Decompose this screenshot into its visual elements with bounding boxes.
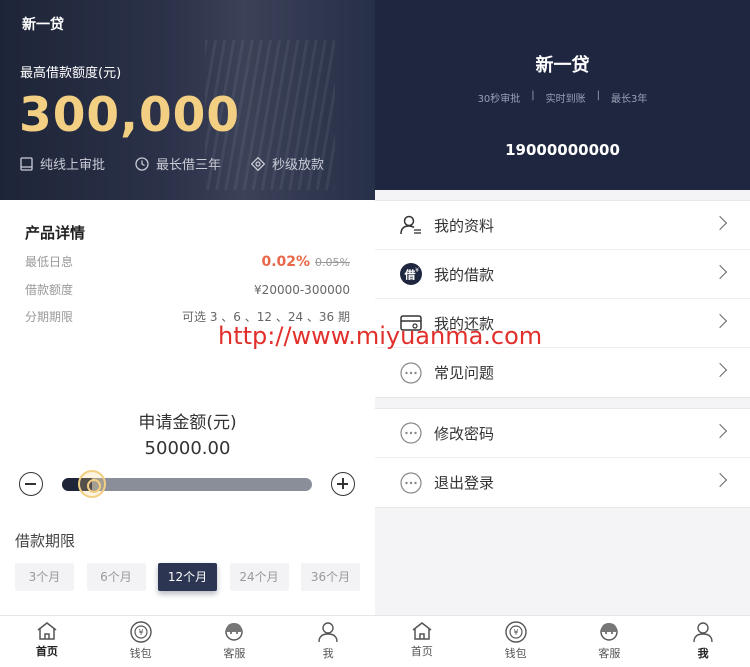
svg-text:¥: ¥ <box>138 628 143 637</box>
customer-service-icon <box>225 623 244 641</box>
clock-icon <box>135 156 149 171</box>
chevron-right-icon <box>712 472 728 488</box>
tab-label: 我 <box>322 647 334 660</box>
menu-label: 我的资料 <box>434 216 495 235</box>
phone-number: 19000000000 <box>505 141 620 159</box>
chevron-right-icon <box>712 362 728 378</box>
tag: 实时到账 <box>545 94 586 105</box>
home-icon <box>412 622 432 640</box>
term-option-12[interactable]: 12个月 <box>158 563 217 591</box>
tag-separator: | <box>531 90 535 101</box>
tag-separator: | <box>596 90 601 101</box>
tab-home[interactable]: 首页 <box>375 616 469 667</box>
hero-banner: 新一贷 最高借款额度(元) 300,000 纯线上审批 最长借三年 秒级放款 <box>0 0 375 200</box>
wallet-icon: ¥ <box>129 621 152 643</box>
tab-wallet[interactable]: ¥ 钱包 <box>94 616 188 667</box>
menu-group-main: 我的资料 借 ¥ 我的借款 我的还款 常见问题 <box>375 200 750 398</box>
tab-label: 首页 <box>35 645 58 658</box>
tab-label: 钱包 <box>504 647 527 660</box>
tab-home[interactable]: 首页 <box>0 616 94 667</box>
menu-item-faq[interactable]: 常见问题 <box>375 348 750 397</box>
amount-slider-handle[interactable] <box>78 470 106 498</box>
detail-label: 分期期限 <box>25 310 74 324</box>
menu-label: 退出登录 <box>434 474 495 492</box>
term-option-3[interactable]: 3个月 <box>15 563 74 591</box>
menu-item-my-profile[interactable]: 我的资料 <box>375 201 750 250</box>
profile-app-title: 新一贷 <box>535 55 590 76</box>
tab-me[interactable]: 我 <box>656 616 750 667</box>
decrease-amount-button[interactable] <box>19 472 43 496</box>
tab-service[interactable]: 客服 <box>563 616 657 667</box>
menu-group-account: 修改密码 退出登录 <box>375 408 750 508</box>
term-option-6[interactable]: 6个月 <box>86 563 146 591</box>
daily-rate-current: 0.02% <box>261 253 311 270</box>
details-title: 产品详情 <box>25 224 86 242</box>
svg-text:¥: ¥ <box>513 628 518 637</box>
detail-label: 借款额度 <box>25 283 74 297</box>
watermark-text: http://www.miyuanma.com <box>218 322 543 350</box>
home-icon <box>37 622 57 640</box>
eye-circle-icon <box>251 156 266 171</box>
increase-amount-button[interactable] <box>331 472 355 496</box>
tag: 最长3年 <box>611 94 648 105</box>
svg-text:¥: ¥ <box>415 267 419 274</box>
profile-icon <box>400 214 422 236</box>
profile-tags: 30秒审批 | 实时到账 | 最长3年 <box>375 90 750 105</box>
term-options: 3个月 6个月 12个月 24个月 36个月 <box>15 563 360 591</box>
tab-label: 我 <box>697 647 709 660</box>
menu-label: 常见问题 <box>434 364 495 382</box>
app-title: 新一贷 <box>22 17 64 33</box>
tab-wallet[interactable]: ¥ 钱包 <box>469 616 563 667</box>
menu-item-my-loans[interactable]: 借 ¥ 我的借款 <box>375 250 750 299</box>
apply-amount-value: 50000.00 <box>144 438 231 459</box>
chevron-right-icon <box>712 215 728 231</box>
tab-label: 客服 <box>598 647 621 660</box>
more-dots-icon <box>400 471 422 494</box>
tag: 30秒审批 <box>477 94 521 105</box>
document-icon <box>20 156 33 171</box>
tab-bar: 首页 ¥ 钱包 客服 我 <box>0 615 375 667</box>
feature-online-approval: 纯线上审批 <box>20 154 105 173</box>
limit-amount: 300,000 <box>19 88 241 143</box>
profile-header: 新一贷 30秒审批 | 实时到账 | 最长3年 19000000000 <box>375 0 750 190</box>
detail-value: ¥20000-300000 <box>254 282 350 297</box>
chevron-right-icon <box>712 313 728 329</box>
chevron-right-icon <box>712 264 728 280</box>
feature-list: 纯线上审批 最长借三年 秒级放款 <box>20 154 354 173</box>
menu-item-logout[interactable]: 退出登录 <box>375 458 750 507</box>
user-icon <box>693 622 713 643</box>
chevron-right-icon <box>712 423 728 439</box>
tab-service[interactable]: 客服 <box>188 616 282 667</box>
tab-label: 首页 <box>410 645 433 658</box>
feature-label: 最长借三年 <box>156 158 222 173</box>
apply-amount-label: 申请金额(元) <box>138 413 237 433</box>
detail-row-amount: 借款额度 ¥20000-300000 <box>25 281 350 298</box>
daily-rate-original: 0.05% <box>315 255 350 269</box>
tab-bar: 首页 ¥ 钱包 客服 我 <box>375 615 750 667</box>
detail-label: 最低日息 <box>25 255 74 269</box>
menu-item-change-password[interactable]: 修改密码 <box>375 409 750 458</box>
tab-me[interactable]: 我 <box>281 616 375 667</box>
tab-label: 钱包 <box>129 647 152 660</box>
feature-fast-payout: 秒级放款 <box>251 154 324 173</box>
term-option-36[interactable]: 36个月 <box>301 563 360 591</box>
feature-max-term: 最长借三年 <box>135 154 221 173</box>
svg-text:借: 借 <box>404 268 416 282</box>
term-option-24[interactable]: 24个月 <box>229 563 289 591</box>
feature-label: 秒级放款 <box>272 158 325 173</box>
wallet-icon: ¥ <box>504 621 527 643</box>
detail-row-daily-rate: 最低日息 0.02% 0.05% <box>25 253 350 270</box>
limit-label: 最高借款额度(元) <box>20 66 122 81</box>
more-dots-icon <box>400 422 422 444</box>
detail-value: 0.02% 0.05% <box>261 254 350 270</box>
more-dots-icon <box>400 361 422 384</box>
user-icon <box>318 622 338 643</box>
menu-label: 我的借款 <box>434 265 495 284</box>
menu-label: 修改密码 <box>434 424 495 443</box>
borrow-icon: 借 ¥ <box>400 263 422 285</box>
feature-label: 纯线上审批 <box>40 158 106 173</box>
customer-service-icon <box>600 623 619 641</box>
loan-term-label: 借款期限 <box>15 532 76 550</box>
tab-label: 客服 <box>223 647 246 660</box>
